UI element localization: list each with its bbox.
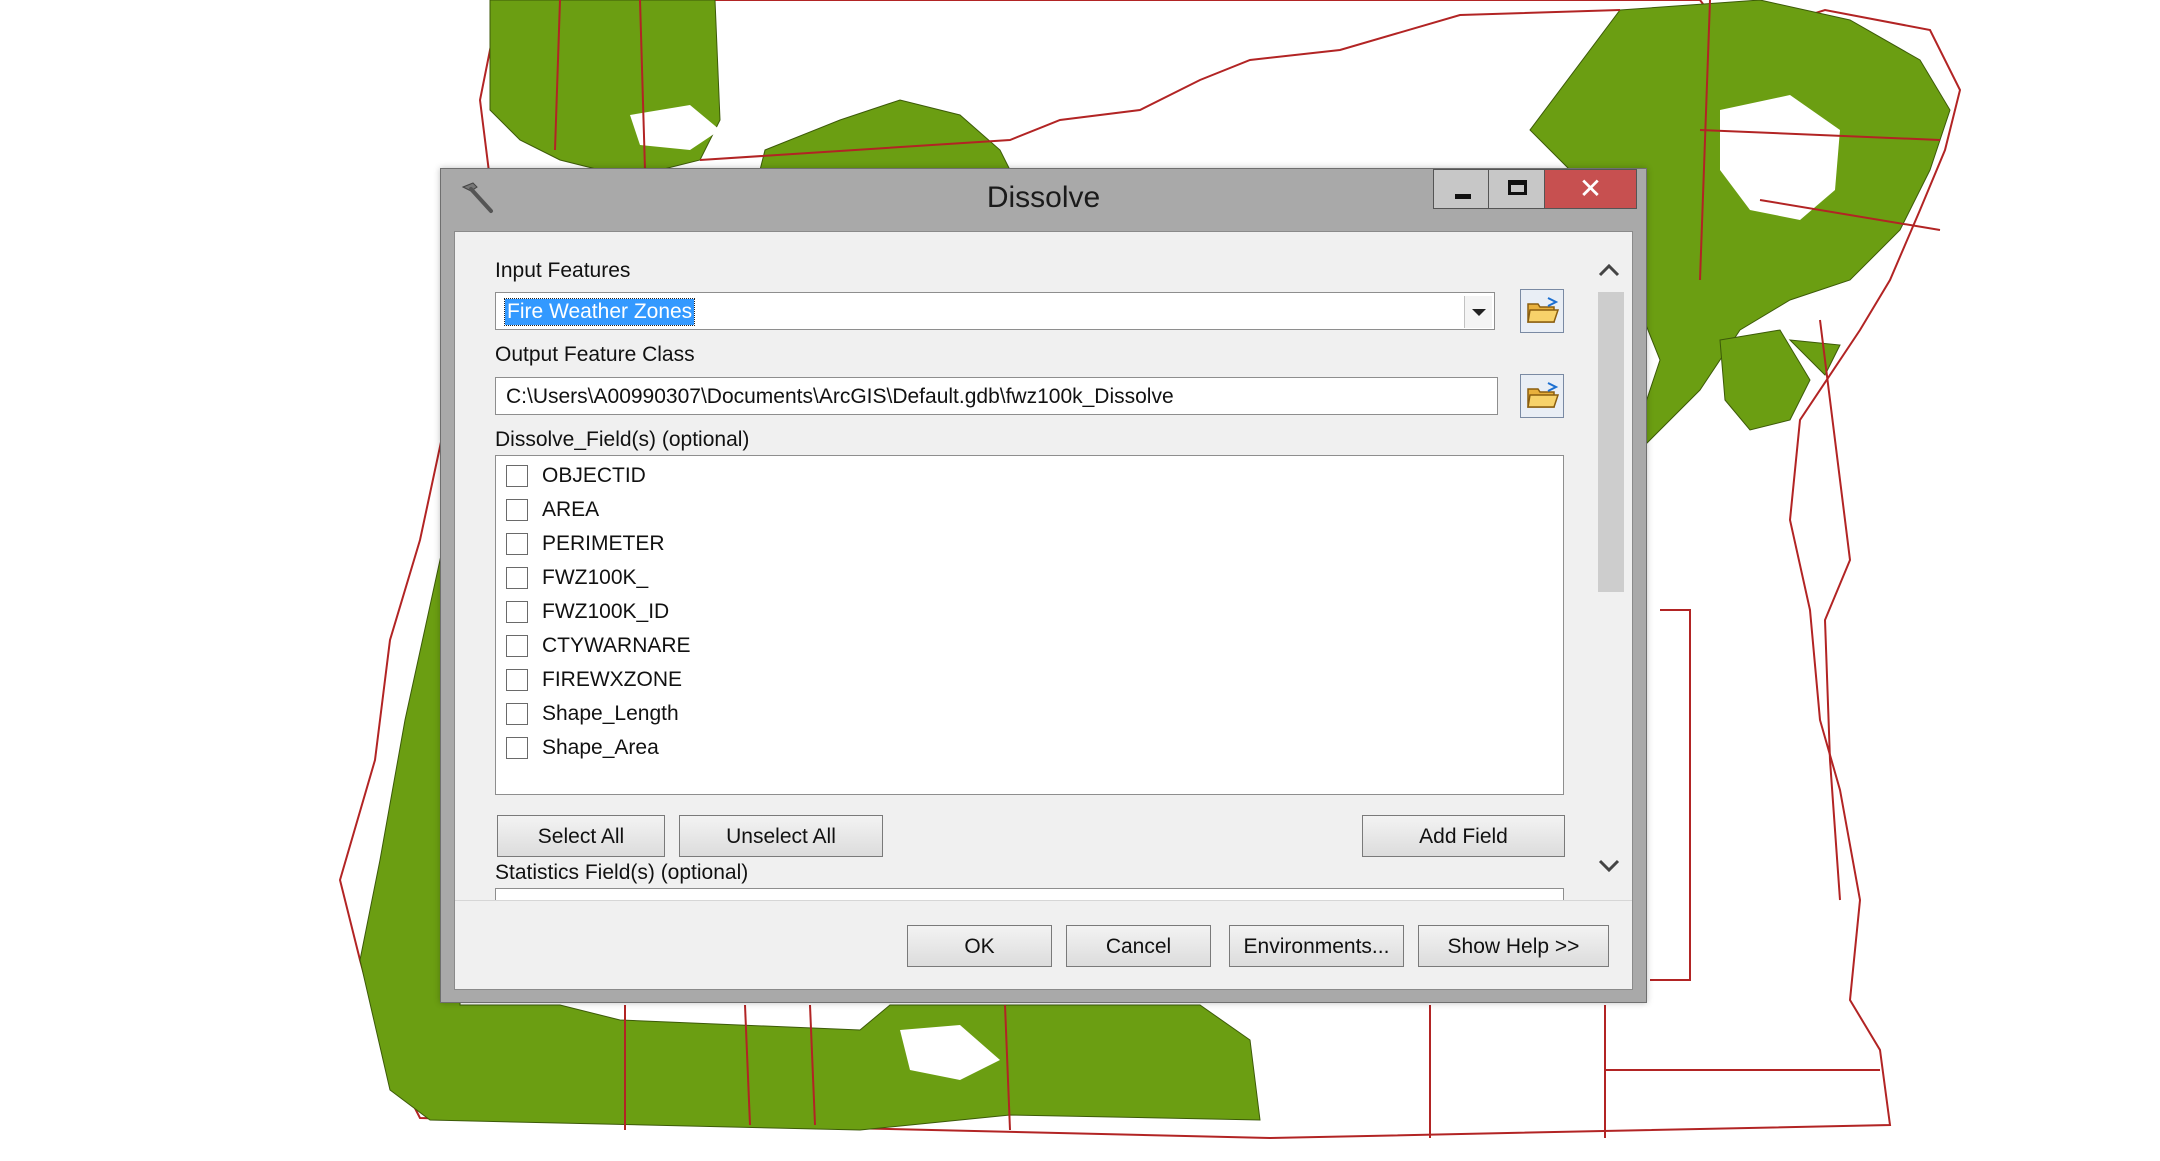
add-field-button[interactable]: Add Field: [1362, 815, 1565, 857]
dissolve-fields-label: Dissolve_Field(s) (optional): [495, 428, 750, 451]
field-name: PERIMETER: [542, 532, 665, 555]
dissolve-fields-list[interactable]: OBJECTID AREA PERIMETER FWZ100K_ FWZ100K…: [495, 455, 1564, 795]
statistics-fields-label: Statistics Field(s) (optional): [495, 861, 749, 884]
minimize-icon: [1434, 170, 1488, 208]
statistics-fields-table[interactable]: [495, 888, 1564, 900]
list-item[interactable]: PERIMETER: [506, 530, 1106, 560]
field-name: FIREWXZONE: [542, 668, 682, 691]
field-checkbox[interactable]: [506, 635, 528, 657]
output-feature-class-field[interactable]: C:\Users\A00990307\Documents\ArcGIS\Defa…: [495, 377, 1498, 415]
scrollbar-track[interactable]: [1598, 292, 1624, 846]
dissolve-dialog: Dissolve ✕ Input Features Fire Weather Z…: [440, 168, 1647, 1003]
field-name: Shape_Area: [542, 736, 659, 759]
input-features-combo[interactable]: Fire Weather Zones: [495, 292, 1495, 330]
ok-button[interactable]: OK: [907, 925, 1052, 967]
list-item[interactable]: CTYWARNARE: [506, 632, 1106, 662]
field-name: AREA: [542, 498, 600, 521]
field-name: CTYWARNARE: [542, 634, 691, 657]
field-checkbox[interactable]: [506, 567, 528, 589]
field-checkbox[interactable]: [506, 669, 528, 691]
list-item[interactable]: FWZ100K_ID: [506, 598, 1106, 628]
list-item[interactable]: FWZ100K_: [506, 564, 1106, 594]
field-checkbox[interactable]: [506, 465, 528, 487]
environments-button[interactable]: Environments...: [1229, 925, 1404, 967]
dialog-body: Input Features Fire Weather Zones Output…: [454, 231, 1633, 990]
list-item[interactable]: Shape_Area: [506, 734, 1106, 764]
field-checkbox[interactable]: [506, 737, 528, 759]
show-help-button[interactable]: Show Help >>: [1418, 925, 1609, 967]
close-button[interactable]: ✕: [1545, 169, 1637, 209]
chevron-down-icon[interactable]: [1594, 850, 1624, 880]
parameters-scroll-area: Input Features Fire Weather Zones Output…: [455, 232, 1632, 900]
unselect-all-button[interactable]: Unselect All: [679, 815, 883, 857]
input-features-value[interactable]: Fire Weather Zones: [503, 298, 696, 326]
title-bar[interactable]: Dissolve ✕: [441, 169, 1646, 231]
cancel-button[interactable]: Cancel: [1066, 925, 1211, 967]
open-folder-icon: [1527, 297, 1560, 323]
list-item[interactable]: OBJECTID: [506, 462, 1106, 492]
list-item[interactable]: AREA: [506, 496, 1106, 526]
minimize-button[interactable]: [1433, 169, 1489, 209]
field-checkbox[interactable]: [506, 703, 528, 725]
output-feature-class-value: C:\Users\A00990307\Documents\ArcGIS\Defa…: [506, 385, 1174, 408]
vertical-scrollbar[interactable]: [1584, 256, 1632, 900]
field-name: Shape_Length: [542, 702, 679, 725]
select-all-button[interactable]: Select All: [497, 815, 665, 857]
close-icon: ✕: [1578, 172, 1603, 205]
list-item[interactable]: FIREWXZONE: [506, 666, 1106, 696]
field-name: FWZ100K_ID: [542, 600, 670, 623]
open-folder-icon: [1527, 382, 1560, 408]
input-features-label: Input Features: [495, 259, 631, 282]
maximize-icon: [1489, 170, 1544, 208]
field-checkbox[interactable]: [506, 601, 528, 623]
parameters-form: Input Features Fire Weather Zones Output…: [455, 232, 1585, 900]
output-feature-class-browse-button[interactable]: [1520, 374, 1564, 418]
chevron-down-icon[interactable]: [1464, 296, 1492, 328]
field-checkbox[interactable]: [506, 533, 528, 555]
field-name: FWZ100K_: [542, 566, 649, 589]
field-name: OBJECTID: [542, 464, 646, 487]
input-features-browse-button[interactable]: [1520, 289, 1564, 333]
maximize-button[interactable]: [1489, 169, 1545, 209]
field-checkbox[interactable]: [506, 499, 528, 521]
dialog-footer: OK Cancel Environments... Show Help >>: [455, 900, 1632, 990]
list-item[interactable]: Shape_Length: [506, 700, 1106, 730]
output-feature-class-label: Output Feature Class: [495, 343, 695, 366]
chevron-up-icon[interactable]: [1594, 256, 1624, 286]
scrollbar-thumb[interactable]: [1598, 292, 1624, 592]
